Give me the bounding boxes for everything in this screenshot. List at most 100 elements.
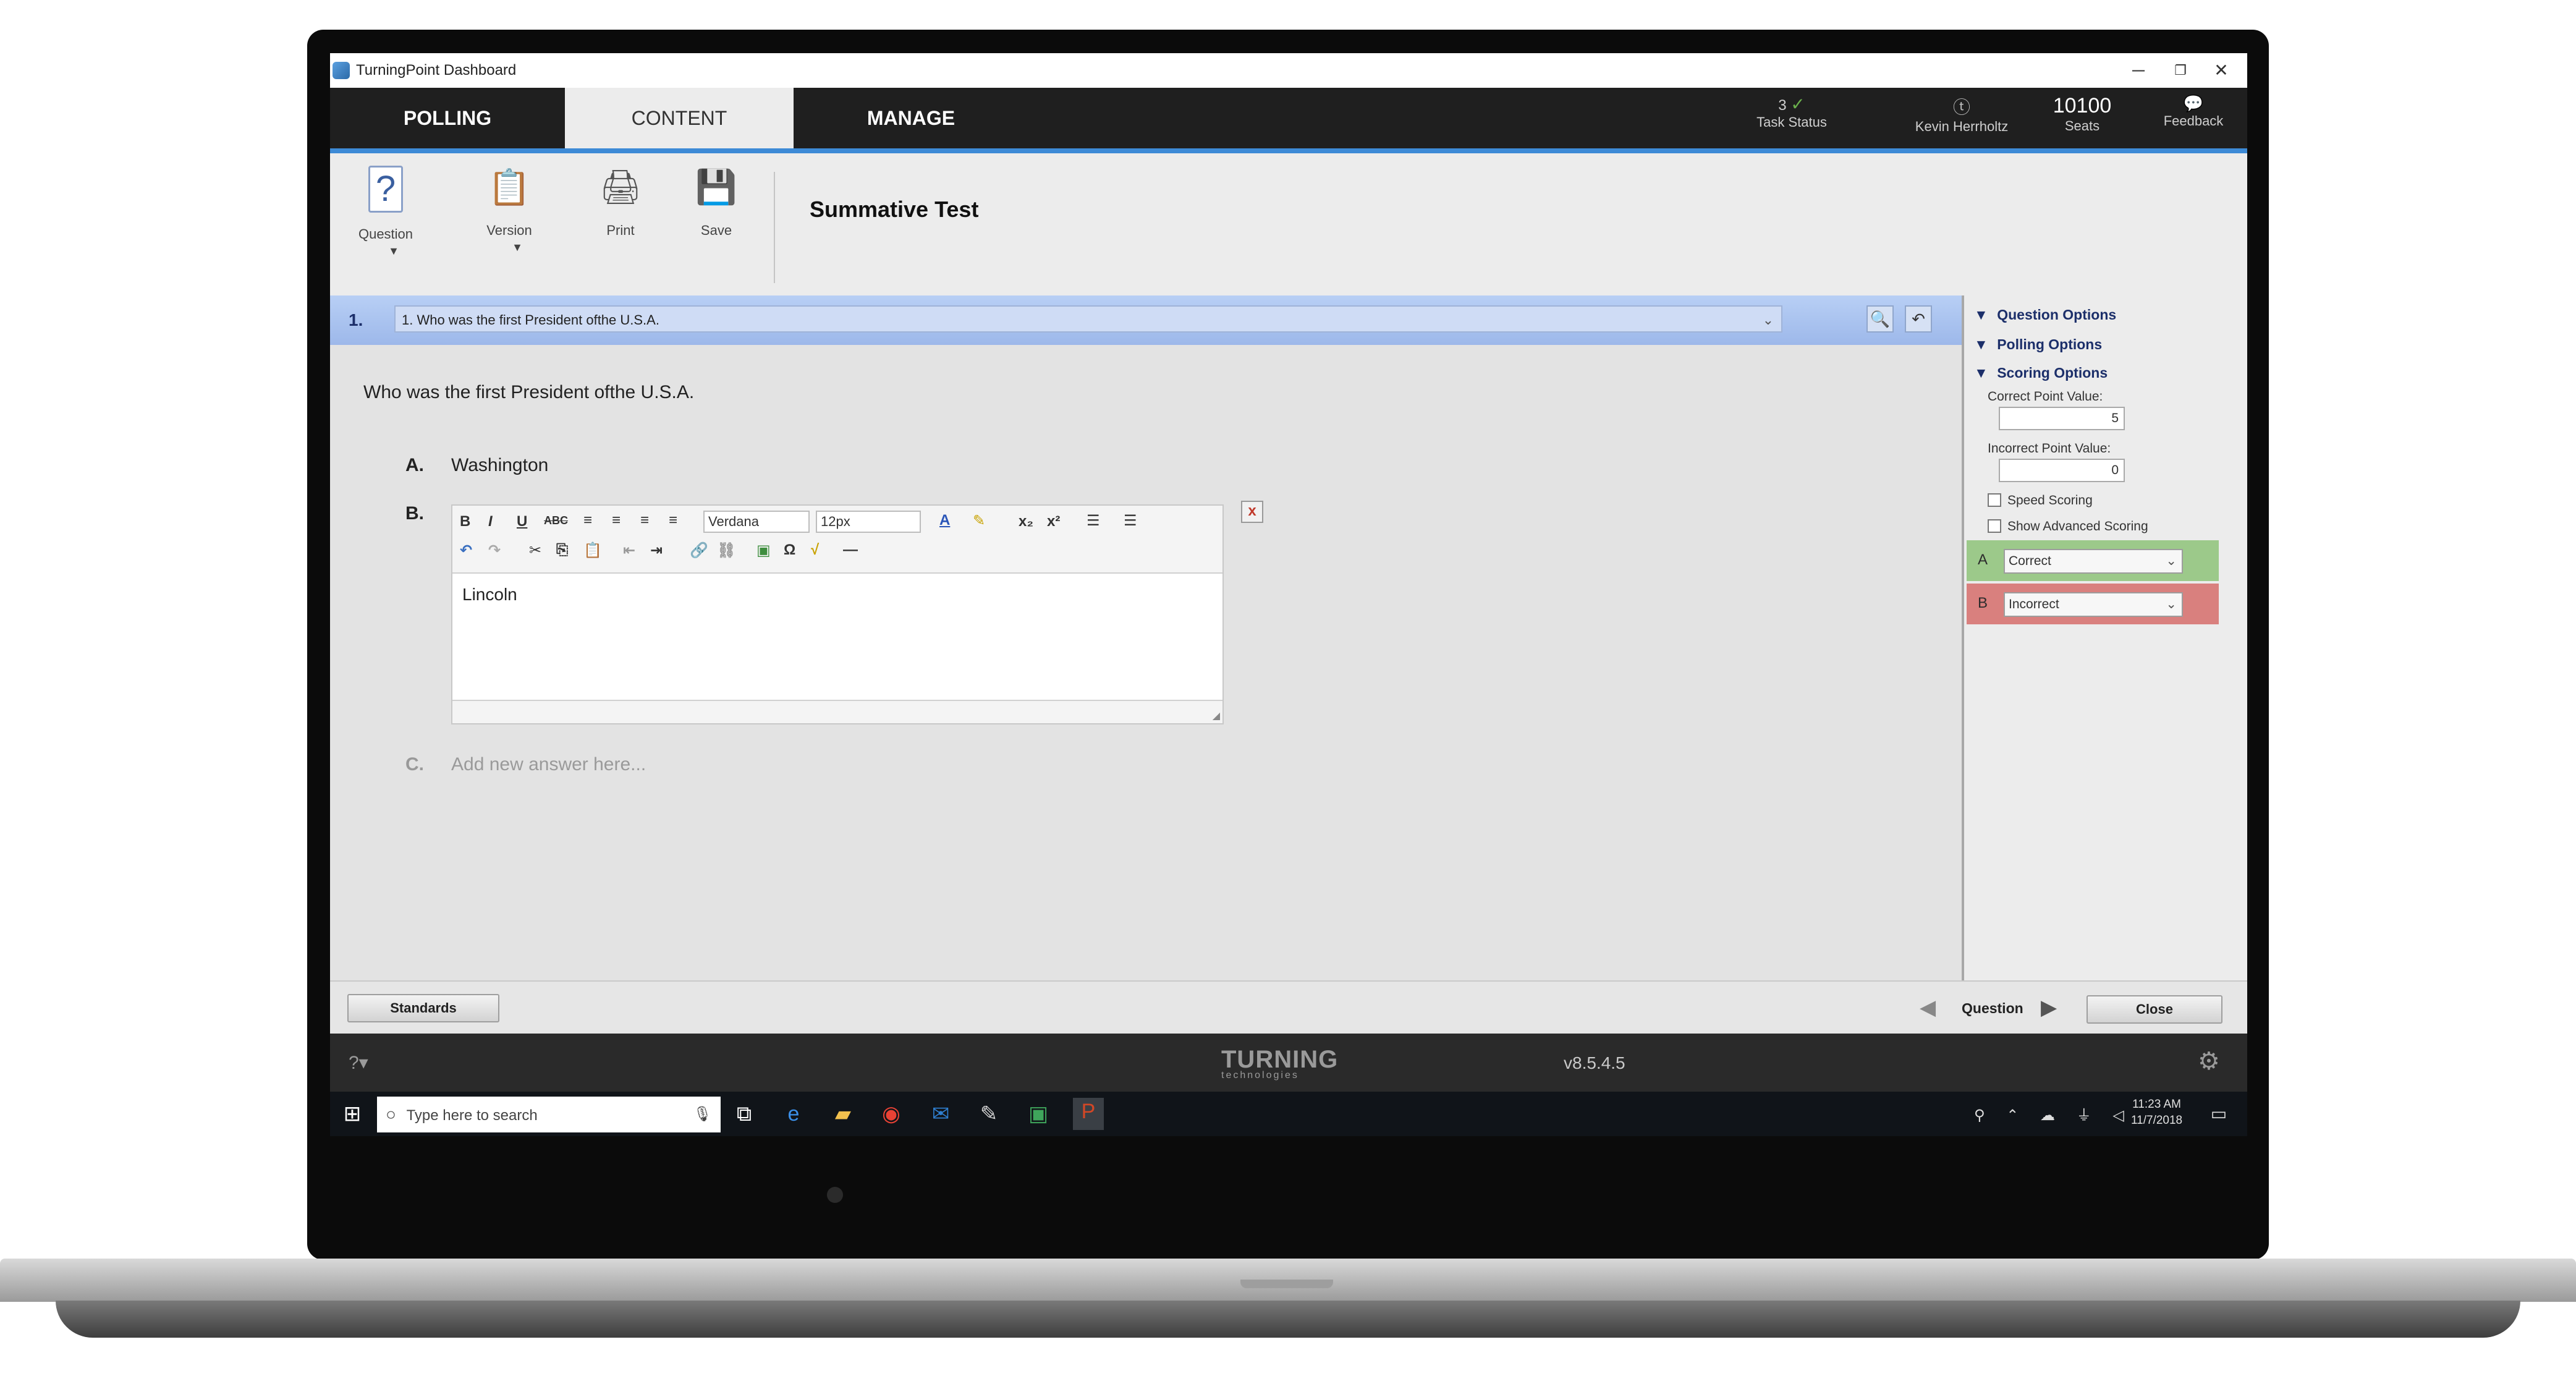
task-status[interactable]: 3 ✓ Task Status bbox=[1745, 94, 1838, 130]
scoring-row-b-letter: B bbox=[1978, 595, 1988, 611]
scoring-row-b: B Incorrect ⌄ bbox=[1967, 584, 2219, 624]
unlink-icon[interactable]: ⛓ bbox=[717, 541, 735, 559]
bullet-list-icon[interactable]: ☰ bbox=[1087, 512, 1100, 530]
speed-scoring-checkbox[interactable] bbox=[1988, 493, 2001, 507]
indent-icon[interactable]: ⇥ bbox=[650, 541, 663, 559]
answer-b-text[interactable]: Lincoln bbox=[462, 585, 517, 605]
edge-browser-icon[interactable]: e bbox=[780, 1100, 807, 1128]
font-size-select[interactable]: 12px bbox=[816, 511, 921, 533]
outlook-icon[interactable]: ✉ bbox=[927, 1100, 954, 1128]
notifications-icon[interactable]: ▭ bbox=[2205, 1100, 2232, 1128]
help-icon[interactable]: ?▾ bbox=[349, 1052, 368, 1074]
resize-handle-icon[interactable]: ◢ bbox=[1213, 710, 1220, 722]
file-explorer-icon[interactable]: ▰ bbox=[829, 1100, 857, 1128]
search-icon[interactable]: 🔍 bbox=[1866, 305, 1894, 333]
outdent-icon[interactable]: ⇤ bbox=[623, 541, 635, 559]
italic-icon[interactable]: I bbox=[488, 513, 493, 530]
previous-question-icon[interactable]: ◀ bbox=[1920, 995, 1936, 1020]
gear-icon[interactable]: ⚙ bbox=[2198, 1047, 2220, 1076]
incorrect-point-input[interactable]: 0 bbox=[1999, 459, 2125, 482]
insert-image-icon[interactable]: ▣ bbox=[756, 541, 771, 559]
question-options-header[interactable]: ▼ Question Options bbox=[1974, 307, 2116, 323]
answer-a-text[interactable]: Washington bbox=[451, 455, 548, 476]
options-panel: ▼ Question Options ▼ Polling Options ▼ S… bbox=[1962, 295, 2247, 980]
app-window: TurningPoint Dashboard ─ ❐ ✕ POLLING CON… bbox=[330, 53, 2247, 1092]
feedback-button[interactable]: 💬 Feedback bbox=[2153, 94, 2234, 129]
paint-icon[interactable]: ✎ bbox=[975, 1100, 1002, 1128]
align-right-icon[interactable]: ≡ bbox=[640, 512, 649, 529]
scoring-options-header[interactable]: ▼ Scoring Options bbox=[1974, 365, 2108, 381]
tab-polling[interactable]: POLLING bbox=[330, 88, 565, 148]
version-dropdown-icon[interactable]: ▼ bbox=[512, 241, 523, 253]
print-button[interactable]: 🖨 Print bbox=[583, 166, 658, 239]
taskbar-search-box[interactable]: ○ Type here to search 🎙 bbox=[377, 1097, 721, 1132]
equation-icon[interactable]: √ bbox=[811, 541, 819, 559]
chrome-icon[interactable]: ◉ bbox=[878, 1100, 905, 1128]
numbered-list-icon[interactable]: ☰ bbox=[1124, 512, 1137, 530]
turningpoint-icon[interactable]: ▣ bbox=[1025, 1100, 1052, 1128]
undo-icon[interactable]: ↶ bbox=[460, 541, 472, 559]
copy-icon[interactable]: ⎘ bbox=[556, 541, 568, 559]
main-nav: POLLING CONTENT MANAGE 3 ✓ Task Status ⓣ… bbox=[330, 88, 2247, 153]
font-family-select[interactable]: Verdana bbox=[703, 511, 810, 533]
close-button[interactable]: Close bbox=[2087, 995, 2222, 1024]
align-center-icon[interactable]: ≡ bbox=[612, 512, 621, 529]
align-justify-icon[interactable]: ≡ bbox=[669, 512, 677, 529]
undo-icon[interactable]: ↶ bbox=[1905, 305, 1932, 333]
app-footer: ?▾ TURNING technologies v8.5.4.5 ⚙ bbox=[330, 1034, 2247, 1092]
powerpoint-icon[interactable]: P bbox=[1073, 1098, 1104, 1130]
scoring-options-label: Scoring Options bbox=[1997, 365, 2108, 381]
microphone-icon[interactable]: 🎙 bbox=[693, 1097, 712, 1132]
question-dropdown-icon[interactable]: ▼ bbox=[388, 245, 399, 257]
polling-options-header[interactable]: ▼ Polling Options bbox=[1974, 336, 2102, 353]
special-character-icon[interactable]: Ω bbox=[784, 541, 795, 559]
align-left-icon[interactable]: ≡ bbox=[583, 512, 592, 529]
scoring-a-select[interactable]: Correct ⌄ bbox=[2004, 549, 2183, 574]
user-account[interactable]: ⓣ Kevin Herrholtz bbox=[1894, 94, 2030, 135]
tab-content[interactable]: CONTENT bbox=[565, 88, 794, 148]
bold-icon[interactable]: B bbox=[460, 513, 470, 530]
highlight-color-icon[interactable]: ✎ bbox=[973, 512, 985, 530]
underline-icon[interactable]: U bbox=[517, 513, 527, 530]
close-editor-button[interactable]: x bbox=[1241, 501, 1263, 523]
subscript-icon[interactable]: x₂ bbox=[1019, 513, 1033, 530]
minimize-button[interactable]: ─ bbox=[2120, 58, 2157, 83]
user-icon: ⓣ bbox=[1952, 98, 1970, 117]
advanced-scoring-checkbox[interactable] bbox=[1988, 519, 2001, 533]
task-view-icon[interactable]: ⧉ bbox=[731, 1100, 758, 1128]
clock-time: 11:23 AM bbox=[2132, 1098, 2181, 1111]
close-window-button[interactable]: ✕ bbox=[2203, 58, 2240, 83]
scoring-row-a-letter: A bbox=[1978, 551, 1988, 568]
answer-a-letter: A. bbox=[405, 455, 424, 475]
question-tool-button[interactable]: ? Question ▼ bbox=[349, 166, 423, 258]
standards-button[interactable]: Standards bbox=[347, 994, 499, 1022]
version-tool-button[interactable]: 📋 Version ▼ bbox=[472, 166, 546, 255]
horizontal-rule-icon[interactable]: — bbox=[843, 541, 858, 559]
paste-icon[interactable]: 📋 bbox=[583, 541, 602, 559]
system-tray-icons[interactable]: ⚲ ⌃ ☁ ⏚ ◁ bbox=[1974, 1103, 2133, 1124]
strikethrough-icon[interactable]: ABC bbox=[544, 514, 568, 527]
save-button[interactable]: 💾 Save bbox=[679, 166, 753, 239]
cut-icon[interactable]: ✂ bbox=[529, 541, 541, 559]
windows-start-icon[interactable]: ⊞ bbox=[339, 1100, 366, 1128]
superscript-icon[interactable]: x² bbox=[1047, 513, 1060, 530]
scoring-b-select[interactable]: Incorrect ⌄ bbox=[2004, 592, 2183, 617]
redo-icon[interactable]: ↷ bbox=[488, 541, 501, 559]
scoring-a-value: Correct bbox=[2009, 554, 2051, 568]
version-tool-label: Version bbox=[486, 223, 532, 238]
correct-point-input[interactable]: 5 bbox=[1999, 407, 2125, 430]
floppy-disk-icon: 💾 bbox=[695, 169, 737, 206]
add-answer-placeholder[interactable]: Add new answer here... bbox=[451, 754, 646, 775]
taskbar-clock[interactable]: 11:23 AM 11/7/2018 bbox=[2131, 1097, 2182, 1129]
text-color-icon[interactable]: A bbox=[939, 512, 950, 529]
question-dropdown[interactable]: 1. Who was the first President ofthe U.S… bbox=[394, 305, 1782, 333]
question-dropdown-value: 1. Who was the first President ofthe U.S… bbox=[402, 312, 659, 328]
restore-button[interactable]: ❐ bbox=[2162, 58, 2199, 83]
question-text[interactable]: Who was the first President ofthe U.S.A. bbox=[363, 382, 694, 403]
next-question-icon[interactable]: ▶ bbox=[2041, 995, 2057, 1020]
tab-manage[interactable]: MANAGE bbox=[794, 88, 1028, 148]
rte-toolbar-row-1: B I U ABC ≡ ≡ ≡ ≡ Verdana 12px A ✎ x₂ x²… bbox=[460, 511, 1214, 535]
answer-b-letter: B. bbox=[405, 503, 424, 524]
rte-text-area[interactable]: Lincoln bbox=[452, 572, 1222, 701]
link-icon[interactable]: 🔗 bbox=[690, 541, 708, 559]
